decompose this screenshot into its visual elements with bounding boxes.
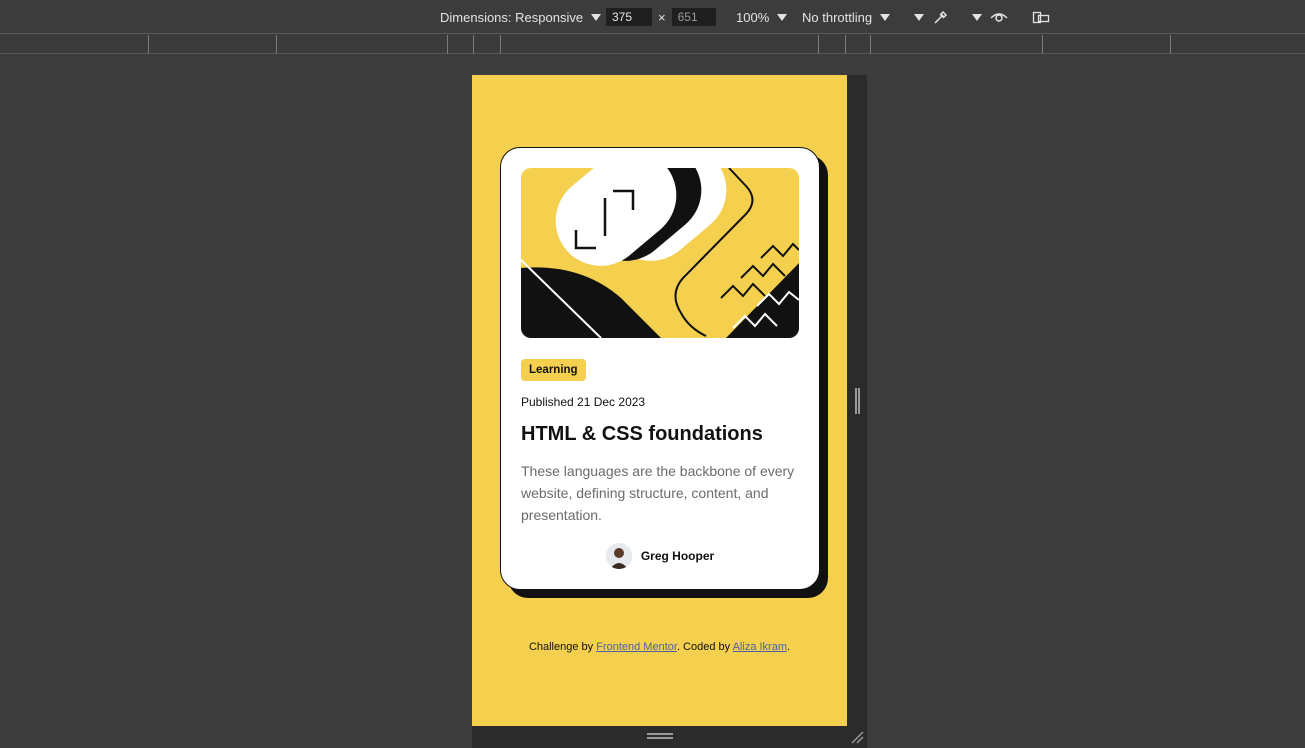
frontend-mentor-link[interactable]: Frontend Mentor (596, 641, 677, 653)
author-name: Greg Hooper (640, 549, 715, 563)
blog-preview-card: Learning Published 21 Dec 2023 HTML & CS… (500, 147, 820, 590)
resize-grip-icon (855, 388, 860, 414)
media-query-ruler (0, 35, 1305, 54)
page-viewport: Learning Published 21 Dec 2023 HTML & CS… (472, 75, 847, 726)
throttling-label: No throttling (802, 9, 873, 25)
resize-grip-icon (647, 733, 673, 739)
vision-button[interactable] (990, 0, 1008, 34)
width-input[interactable]: 375 (606, 8, 652, 26)
attribution-middle: . Coded by (676, 641, 733, 653)
attribution-prefix: Challenge by (528, 641, 597, 653)
ruler-segment[interactable] (500, 35, 818, 54)
eye-icon (990, 13, 1008, 22)
chevron-down-icon (591, 13, 602, 21)
dimensions-label: Dimensions: Responsive (440, 9, 584, 25)
ruler-segment[interactable] (1042, 35, 1170, 54)
author-photo-icon (605, 543, 632, 569)
more-dropdown[interactable] (906, 0, 924, 34)
chevron-down-icon (880, 13, 891, 21)
device-toolbar: Dimensions: Responsive 375 × 651 100% No… (0, 0, 1305, 34)
zoom-label: 100% (736, 9, 770, 25)
ruler-segment[interactable] (473, 35, 500, 54)
chevron-down-icon (972, 13, 982, 21)
ruler-segment[interactable] (845, 35, 870, 54)
attribution-suffix: . (787, 641, 791, 653)
times-label: × (658, 9, 666, 25)
author-link[interactable]: Aliza Ikram (733, 641, 787, 653)
vision-dropdown[interactable] (964, 0, 982, 34)
ruler-segment[interactable] (447, 35, 473, 54)
dimension-inputs: 375 × 651 (606, 0, 716, 34)
eyedropper-icon (934, 10, 948, 24)
category-badge: Learning (521, 359, 586, 381)
rotate-icon (1032, 11, 1050, 24)
ruler-segment[interactable] (818, 35, 845, 54)
ruler-segment[interactable] (870, 35, 1042, 54)
author: Greg Hooper (501, 543, 819, 569)
height-input[interactable]: 651 (671, 8, 716, 26)
published-date: Published 21 Dec 2023 (521, 395, 646, 409)
corner-resize-icon[interactable] (850, 730, 864, 744)
eyedropper-button[interactable] (932, 0, 950, 34)
rotate-button[interactable] (1032, 0, 1050, 34)
avatar (605, 543, 632, 569)
card-description: These languages are the backbone of ever… (521, 463, 795, 523)
chevron-down-icon (777, 13, 788, 21)
ruler-segment[interactable] (1170, 35, 1171, 54)
zoom-dropdown[interactable]: 100% (736, 0, 788, 34)
ruler-segment[interactable] (276, 35, 447, 54)
throttling-dropdown[interactable]: No throttling (802, 0, 891, 34)
chevron-down-icon (914, 13, 924, 21)
attribution: Challenge by Frontend Mentor. Coded by A… (472, 641, 847, 653)
ruler-segment[interactable] (148, 35, 276, 54)
card-illustration (521, 168, 799, 338)
dimensions-dropdown[interactable]: Dimensions: Responsive (440, 0, 602, 34)
card-title[interactable]: HTML & CSS foundations (521, 423, 799, 446)
